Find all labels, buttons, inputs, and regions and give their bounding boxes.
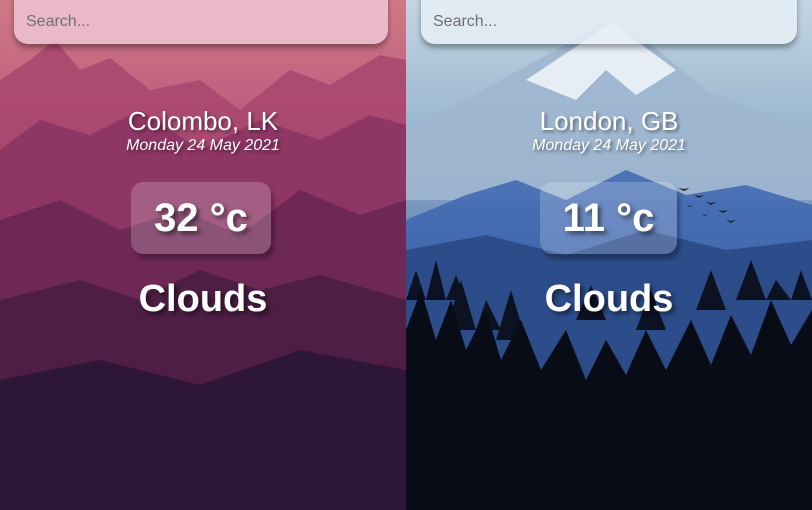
temperature-display: 11 °c [540,182,677,254]
temperature-value: 11 °c [562,195,655,240]
search-input[interactable] [14,0,388,44]
date-label: Monday 24 May 2021 [532,137,686,154]
date-label: Monday 24 May 2021 [126,137,280,154]
weather-condition: Clouds [138,278,268,320]
warm-mountain-background [0,0,406,510]
location-label: London, GB [539,106,679,136]
weather-card-london: London, GB Monday 24 May 2021 11 °c Clou… [406,0,812,510]
cold-mountain-forest-background [406,0,812,510]
app-root: Colombo, LK Monday 24 May 2021 32 °c Clo… [0,0,812,510]
weather-condition: Clouds [544,278,674,320]
location-label: Colombo, LK [127,106,279,136]
temperature-value: 32 °c [154,195,248,240]
temperature-display: 32 °c [131,182,271,254]
weather-card-colombo: Colombo, LK Monday 24 May 2021 32 °c Clo… [0,0,406,510]
search-input[interactable] [421,0,797,44]
